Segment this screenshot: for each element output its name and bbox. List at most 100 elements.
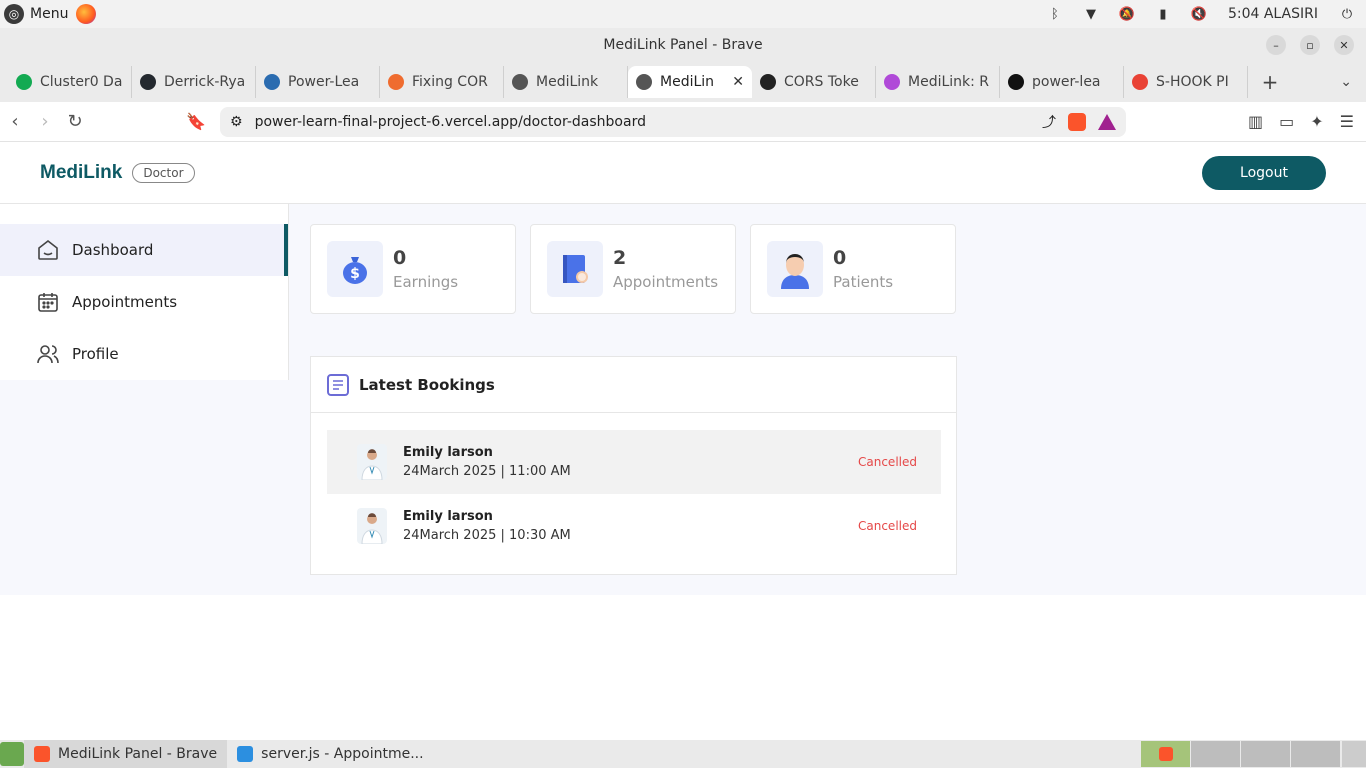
- tab-favicon-icon: [140, 74, 156, 90]
- taskbar-item-label: MediLink Panel - Brave: [58, 746, 218, 762]
- bookings-header: Latest Bookings: [311, 357, 956, 413]
- stat-value: 0: [393, 247, 407, 269]
- status-badge: Cancelled: [858, 519, 917, 533]
- logout-button[interactable]: Logout: [1202, 155, 1326, 190]
- address-bar[interactable]: ⚙ power-learn-final-project-6.vercel.app…: [220, 106, 1126, 137]
- taskbar-item-vscode[interactable]: server.js - Appointme...: [227, 740, 433, 768]
- url-text[interactable]: power-learn-final-project-6.vercel.app/d…: [255, 114, 1030, 130]
- sidebar-toggle-icon[interactable]: ▥: [1248, 112, 1263, 131]
- tab-favicon-icon: [1008, 74, 1024, 90]
- sidebar-item-appointments[interactable]: Appointments: [0, 276, 288, 328]
- browser-tab[interactable]: Fixing COR: [380, 66, 504, 98]
- brand-logo[interactable]: MediLink: [40, 162, 122, 184]
- site-settings-icon[interactable]: ⚙: [230, 114, 243, 130]
- brave-shields-icon[interactable]: [1068, 112, 1086, 131]
- list-icon: [327, 373, 349, 396]
- brave-icon: [34, 746, 50, 762]
- close-window-icon[interactable]: ✕: [1334, 35, 1354, 55]
- browser-tab[interactable]: Power-Lea: [256, 66, 380, 98]
- workspace-2[interactable]: [1190, 741, 1240, 767]
- stat-label: Earnings: [393, 273, 459, 291]
- workspace-switcher: [1140, 741, 1340, 767]
- tab-strip: Cluster0 Da Derrick-Rya Power-Lea Fixing…: [0, 62, 1366, 102]
- sidebar-item-profile[interactable]: Profile: [0, 328, 288, 380]
- wifi-icon[interactable]: ▼: [1084, 7, 1098, 22]
- svg-text:$: $: [350, 266, 360, 282]
- booking-row[interactable]: Emily larson 24March 2025 | 10:30 AM Can…: [327, 494, 941, 558]
- tab-favicon-icon: [636, 74, 652, 90]
- stat-value: 2: [613, 247, 627, 269]
- browser-tab[interactable]: MediLink: [504, 66, 628, 98]
- stat-label: Patients: [833, 273, 894, 291]
- role-badge: Doctor: [132, 162, 195, 183]
- patient-icon: [767, 241, 823, 297]
- booking-datetime: 24March 2025 | 10:30 AM: [403, 528, 571, 543]
- close-tab-icon[interactable]: ✕: [732, 74, 744, 90]
- bluetooth-icon[interactable]: ᛒ: [1048, 7, 1062, 22]
- minimize-icon[interactable]: –: [1266, 35, 1286, 55]
- clock[interactable]: 5:04 ALASIRI: [1228, 6, 1318, 22]
- browser-tab[interactable]: Cluster0 Da: [8, 66, 132, 98]
- sidebar-item-dashboard[interactable]: Dashboard: [0, 224, 288, 276]
- calendar-icon: [38, 293, 58, 312]
- browser-tab-active[interactable]: MediLin ✕: [628, 66, 752, 98]
- sidebar-item-label: Profile: [72, 345, 119, 363]
- back-icon[interactable]: ‹: [0, 111, 30, 132]
- new-tab-icon[interactable]: +: [1258, 70, 1282, 94]
- os-taskbar: MediLink Panel - Brave server.js - Appoi…: [0, 740, 1366, 768]
- browser-tab[interactable]: CORS Toke: [752, 66, 876, 98]
- browser-toolbar: ‹ › ↻ 🔖 ⚙ power-learn-final-project-6.ve…: [0, 102, 1366, 142]
- maximize-icon[interactable]: ▫: [1300, 35, 1320, 55]
- browser-tab[interactable]: Derrick-Rya: [132, 66, 256, 98]
- taskbar-item-label: server.js - Appointme...: [261, 746, 424, 762]
- forward-icon[interactable]: ›: [30, 111, 60, 132]
- wallet-icon[interactable]: ▭: [1279, 112, 1294, 131]
- os-logo-icon: ◎: [4, 4, 24, 24]
- brave-icon: [1158, 747, 1173, 761]
- share-icon[interactable]: ⤴: [1042, 112, 1056, 132]
- tab-favicon-icon: [1132, 74, 1148, 90]
- bookmark-icon[interactable]: 🔖: [186, 112, 206, 131]
- status-badge: Cancelled: [858, 455, 917, 469]
- trash-icon[interactable]: [1342, 741, 1366, 767]
- os-menu-button[interactable]: ◎ Menu: [0, 4, 68, 24]
- doctor-avatar: [357, 508, 387, 544]
- system-tray: ᛒ ▼ 🔕 ▮ 🔇 5:04 ALASIRI ⏻: [1048, 6, 1366, 22]
- taskbar-item-brave[interactable]: MediLink Panel - Brave: [24, 740, 228, 768]
- booking-name: Emily larson: [403, 509, 493, 524]
- booking-row[interactable]: Emily larson 24March 2025 | 11:00 AM Can…: [327, 430, 941, 494]
- browser-tab[interactable]: S-HOOK PI: [1124, 66, 1248, 98]
- power-icon[interactable]: ⏻: [1340, 7, 1354, 22]
- stats-row: $ 0 Earnings 2 Appointments 0 Patients: [310, 224, 956, 314]
- medilink-app: MediLink Doctor Logout Dashboard Appoint…: [0, 142, 1366, 740]
- tab-favicon-icon: [512, 74, 528, 90]
- people-icon: [37, 345, 59, 364]
- hamburger-menu-icon[interactable]: ☰: [1340, 112, 1354, 131]
- notifications-muted-icon[interactable]: 🔕: [1119, 7, 1135, 22]
- workspace-4[interactable]: [1290, 741, 1340, 767]
- sidebar-item-label: Appointments: [72, 293, 178, 311]
- sidebar-item-label: Dashboard: [72, 241, 154, 259]
- brave-rewards-icon[interactable]: [1098, 113, 1116, 130]
- show-desktop-icon[interactable]: [0, 742, 24, 766]
- workspace-3[interactable]: [1240, 741, 1290, 767]
- battery-icon[interactable]: ▮: [1156, 7, 1170, 22]
- tab-favicon-icon: [16, 74, 32, 90]
- money-bag-icon: $: [327, 241, 383, 297]
- stat-card-earnings: $ 0 Earnings: [310, 224, 516, 314]
- stat-card-appointments: 2 Appointments: [530, 224, 736, 314]
- leo-ai-icon[interactable]: ✦: [1310, 112, 1323, 131]
- browser-tab[interactable]: MediLink: R: [876, 66, 1000, 98]
- tab-favicon-icon: [388, 74, 404, 90]
- stat-label: Appointments: [613, 273, 719, 291]
- chevron-down-icon[interactable]: ⌄: [1340, 74, 1352, 90]
- booking-name: Emily larson: [403, 445, 493, 460]
- workspace-1[interactable]: [1140, 741, 1190, 767]
- volume-muted-icon[interactable]: 🔇: [1191, 7, 1207, 22]
- reload-icon[interactable]: ↻: [60, 111, 90, 132]
- window-titlebar: MediLink Panel - Brave – ▫ ✕: [0, 28, 1366, 62]
- firefox-launcher-icon[interactable]: [76, 4, 97, 24]
- app-body: Dashboard Appointments Profile $ 0 Earni…: [0, 204, 1366, 595]
- bookings-title: Latest Bookings: [359, 375, 495, 394]
- browser-tab[interactable]: power-lea: [1000, 66, 1124, 98]
